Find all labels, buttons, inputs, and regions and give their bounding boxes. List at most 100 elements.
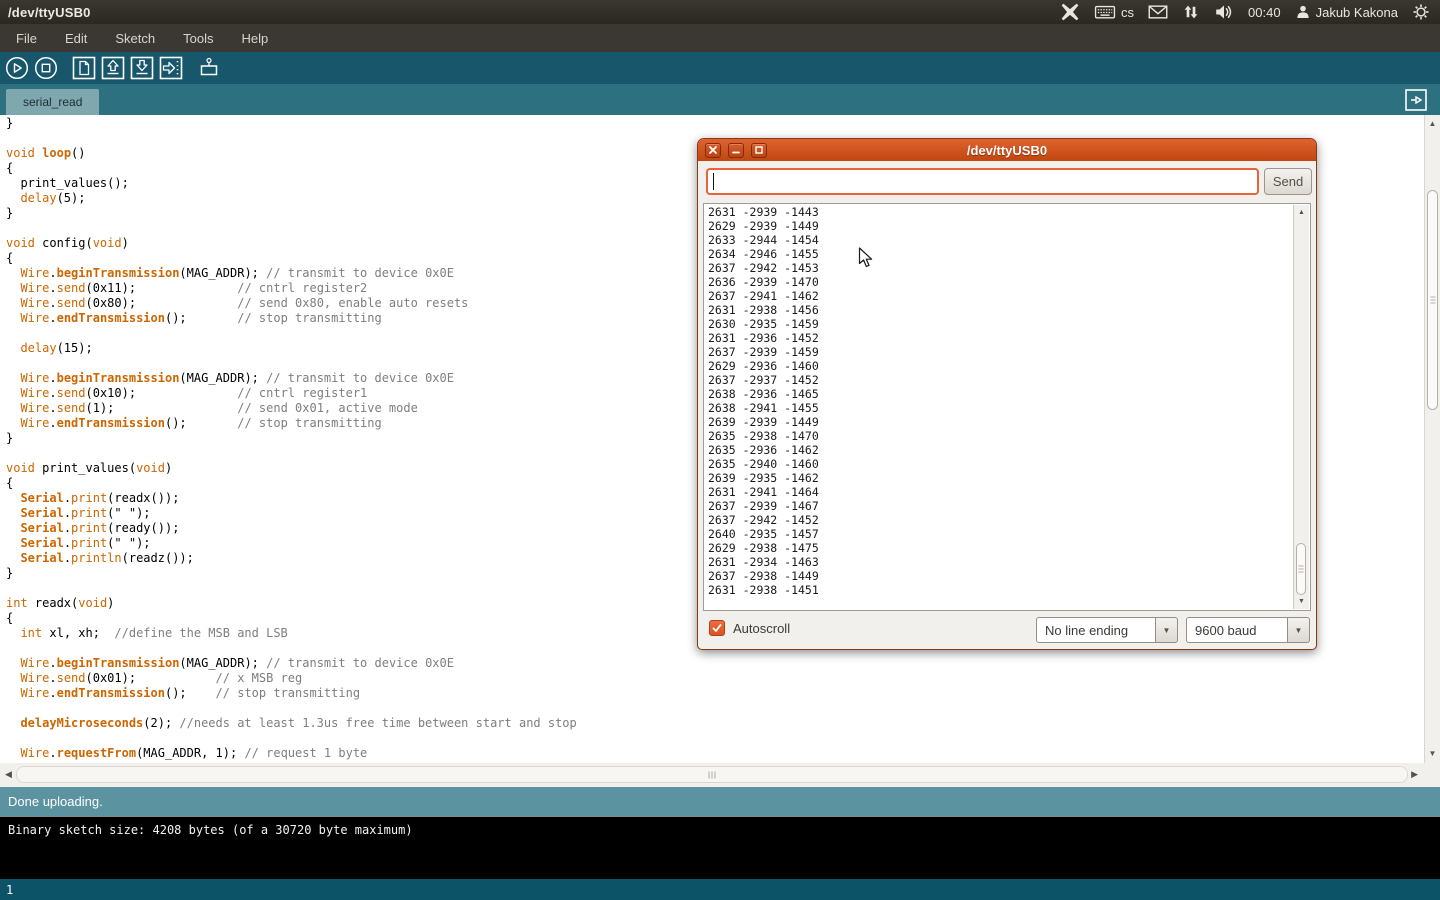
serial-line: 2631 -2938 -1451 (708, 583, 819, 597)
serial-send-input[interactable] (706, 168, 1259, 195)
save-down-arrow-icon (130, 56, 154, 80)
scroll-right-icon[interactable]: ▶ (1411, 769, 1418, 780)
new-sketch-icon (72, 56, 96, 80)
upload-button[interactable] (159, 56, 183, 80)
serial-line: 2629 -2938 -1475 (708, 541, 819, 555)
serial-line: 2639 -2935 -1462 (708, 471, 819, 485)
serial-line: 2631 -2934 -1463 (708, 555, 819, 569)
serial-line: 2633 -2944 -1454 (708, 233, 819, 247)
serial-line: 2631 -2936 -1452 (708, 331, 819, 345)
serial-line: 2639 -2939 -1449 (708, 415, 819, 429)
code-line: Wire.requestFrom(MAG_ADDR, 1); // reques… (6, 746, 577, 761)
maximize-button[interactable] (751, 143, 767, 158)
serial-monitor-titlebar[interactable]: /dev/ttyUSB0 (698, 139, 1316, 161)
tray-mail[interactable] (1148, 4, 1168, 20)
scroll-down-icon[interactable]: ▼ (1294, 597, 1309, 606)
serial-line: 2637 -2942 -1452 (708, 513, 819, 527)
code-line (6, 641, 577, 656)
console-output: Binary sketch size: 4208 bytes (of a 307… (8, 823, 413, 837)
code-line: { (6, 251, 577, 266)
line-ending-value: No line ending (1045, 623, 1128, 638)
tray-pinwheel[interactable] (1060, 2, 1080, 22)
editor-horizontal-scrollbar[interactable]: ◀ ▶ (0, 763, 1440, 787)
tab-menu-button[interactable] (1405, 89, 1427, 111)
sketch-code: } void loop(){ print_values(); delay(5);… (6, 116, 577, 761)
send-button-label: Send (1273, 174, 1303, 189)
editor-vscroll-thumb[interactable] (1427, 190, 1438, 410)
tray-session-gear[interactable] (1412, 3, 1430, 21)
menu-help[interactable]: Help (227, 26, 282, 51)
tab-menu-arrow-icon (1405, 89, 1427, 111)
minimize-button[interactable] (728, 143, 744, 158)
code-line: Wire.endTransmission(); // stop transmit… (6, 311, 577, 326)
close-button[interactable] (705, 143, 721, 158)
save-sketch-button[interactable] (130, 56, 154, 80)
serial-vscroll-thumb[interactable] (1296, 543, 1306, 595)
tab-bar: serial_read (0, 84, 1440, 115)
mouse-cursor (858, 247, 874, 274)
serial-output-lines: 2631 -2939 -14432629 -2939 -14492633 -29… (708, 205, 819, 597)
keyboard-icon (1094, 3, 1116, 21)
serial-line: 2640 -2935 -1457 (708, 527, 819, 541)
status-bar: Done uploading. (0, 787, 1440, 816)
tab-label: serial_read (23, 95, 82, 109)
serial-line: 2635 -2936 -1462 (708, 443, 819, 457)
code-line (6, 356, 577, 371)
editor-hscroll-thumb[interactable] (16, 766, 1408, 783)
tab-serial-read[interactable]: serial_read (6, 89, 99, 115)
menu-tools[interactable]: Tools (169, 26, 227, 51)
scroll-left-icon[interactable]: ◀ (5, 769, 12, 780)
editor-vertical-scrollbar[interactable]: ▲ ▼ (1424, 115, 1440, 763)
upload-right-arrow-icon (159, 56, 183, 80)
tray-session-user[interactable]: Jakub Kakona (1295, 4, 1398, 20)
serial-line: 2631 -2938 -1456 (708, 303, 819, 317)
code-line: Serial.print(readx()); (6, 491, 577, 506)
serial-line: 2635 -2940 -1460 (708, 457, 819, 471)
user-icon (1295, 4, 1311, 20)
line-ending-dropdown-button[interactable]: ▼ (1156, 617, 1178, 643)
code-line: } (6, 566, 577, 581)
scroll-up-icon[interactable]: ▲ (1294, 208, 1309, 217)
menu-file[interactable]: File (2, 26, 51, 51)
send-button[interactable]: Send (1264, 168, 1312, 195)
baud-rate-dropdown-button[interactable]: ▼ (1288, 617, 1310, 643)
tray-clock[interactable]: 00:40 (1248, 5, 1281, 20)
open-up-arrow-icon (101, 56, 125, 80)
serial-vertical-scrollbar[interactable]: ▲ ▼ (1293, 205, 1309, 609)
serial-line: 2638 -2936 -1465 (708, 387, 819, 401)
line-ending-select[interactable]: No line ending (1036, 617, 1156, 643)
code-line (6, 701, 577, 716)
network-arrows-icon (1182, 3, 1200, 21)
open-sketch-button[interactable] (101, 56, 125, 80)
tray-network[interactable] (1182, 3, 1200, 21)
menu-edit[interactable]: Edit (51, 26, 101, 51)
code-line: int xl, xh; //define the MSB and LSB (6, 626, 577, 641)
baud-rate-select[interactable]: 9600 baud (1186, 617, 1288, 643)
code-line: Wire.send(1); // send 0x01, active mode (6, 401, 577, 416)
serial-output-area[interactable]: 2631 -2939 -14432629 -2939 -14492633 -29… (703, 203, 1311, 611)
text-caret (713, 173, 714, 190)
stop-button[interactable] (34, 56, 58, 80)
top-panel: /dev/ttyUSB0 cs00:40Jakub Kakona (0, 0, 1440, 24)
menu-sketch[interactable]: Sketch (101, 26, 169, 51)
caret-line-number: 1 (6, 883, 13, 897)
tray-keyboard-layout[interactable]: cs (1094, 3, 1134, 21)
scroll-down-icon[interactable]: ▼ (1425, 749, 1440, 759)
tray-volume[interactable] (1214, 3, 1234, 21)
verify-button[interactable] (5, 56, 29, 80)
close-icon (708, 145, 718, 155)
autoscroll-label: Autoscroll (733, 621, 790, 636)
code-line: int readx(void) (6, 596, 577, 611)
scroll-up-icon[interactable]: ▲ (1425, 119, 1440, 129)
code-line (6, 731, 577, 746)
serial-monitor-button[interactable] (197, 56, 221, 80)
pinwheel-icon (1060, 2, 1080, 22)
arduino-ide-screen: /dev/ttyUSB0 cs 00:40 Jakub Kakona FileEdi… (0, 0, 1440, 900)
code-line (6, 326, 577, 341)
thumb-grip (709, 771, 716, 778)
new-sketch-button[interactable] (72, 56, 96, 80)
code-line: void print_values(void) (6, 461, 577, 476)
checkmark-icon (711, 622, 723, 634)
thumb-grip (1299, 566, 1304, 573)
autoscroll-checkbox[interactable] (709, 620, 725, 636)
